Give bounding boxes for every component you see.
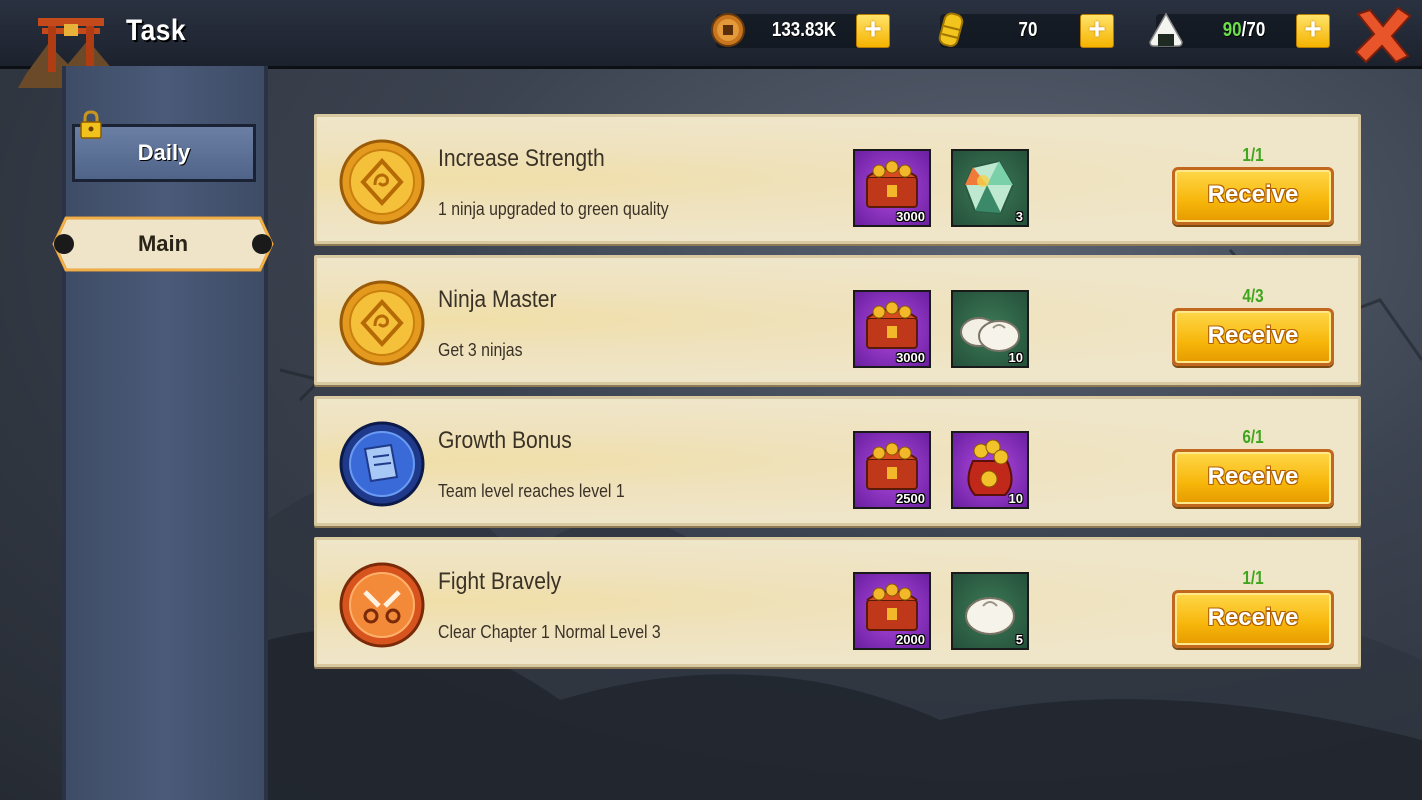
tab-main-label: Main [137,231,189,256]
add-gold-button[interactable]: + [1080,14,1114,48]
task-title: Ninja Master [438,286,557,313]
task-card-ninja-master: Ninja Master Get 3 ninjas 3000 10 4/3 Re… [314,255,1361,385]
receive-button[interactable]: Receive [1172,167,1334,225]
gold-counter: 70 + [938,12,1114,48]
task-progress: 4/3 [1242,286,1264,306]
add-stamina-button[interactable]: + [1296,14,1330,48]
task-title: Fight Bravely [438,568,562,595]
reward-count: 10 [1008,350,1023,365]
task-progress: 6/1 [1242,427,1264,447]
gold-ingot-icon [938,12,964,47]
task-card-fight-bravely: Fight Bravely Clear Chapter 1 Normal Lev… [314,537,1361,667]
task-card-growth-bonus: Growth Bonus Team level reaches level 1 … [314,396,1361,526]
reward-count: 3000 [896,350,925,365]
coins-counter: 133.83K + [711,13,890,48]
receive-button[interactable]: Receive [1172,308,1334,366]
page-title: Task [126,14,186,47]
reward-item[interactable]: 5 [951,572,1029,650]
reward-count: 2500 [896,491,925,506]
task-description: Get 3 ninjas [438,340,523,360]
tab-daily-label: Daily [137,140,191,165]
task-progress: 1/1 [1242,145,1264,165]
reward-item[interactable]: 3 [951,149,1029,227]
task-card-increase-strength: Increase Strength 1 ninja upgraded to gr… [314,114,1361,244]
coin-icon [711,13,745,47]
reward-count: 5 [1015,632,1023,647]
task-description: Clear Chapter 1 Normal Level 3 [438,622,661,642]
reward-item[interactable]: 2000 [853,572,931,650]
task-title: Growth Bonus [438,427,572,454]
receive-button[interactable]: Receive [1172,590,1334,648]
stamina-value: 90/70 [1203,19,1285,42]
gold-swirl-medal-icon [339,139,425,225]
receive-button[interactable]: Receive [1172,449,1334,507]
blue-scroll-medal-icon [339,421,425,507]
stamina-current: 90 [1222,19,1242,41]
task-title: Increase Strength [438,145,605,172]
gold-swirl-medal-icon [339,280,425,366]
task-description: 1 ninja upgraded to green quality [438,199,669,219]
reward-item[interactable]: 3000 [853,149,931,227]
stamina-max: /70 [1241,19,1266,41]
reward-item[interactable]: 10 [951,290,1029,368]
orange-blades-medal-icon [339,562,425,648]
reward-count: 2000 [896,632,925,647]
gold-value: 70 [1018,19,1038,41]
reward-item[interactable]: 10 [951,431,1029,509]
task-progress: 1/1 [1242,568,1264,588]
coins-value: 133.83K [771,19,837,41]
lock-icon [80,110,102,139]
tab-main[interactable]: Main [50,214,276,274]
reward-item[interactable]: 2500 [853,431,931,509]
reward-count: 10 [1008,491,1023,506]
top-bar: Task 133.83K + 70 + 90/70 + [0,0,1422,88]
add-coins-button[interactable]: + [856,14,890,48]
reward-count: 3000 [896,209,925,224]
close-icon[interactable] [1352,4,1414,66]
stamina-counter: 90/70 + [1149,12,1330,48]
reward-count: 3 [1015,209,1023,224]
reward-item[interactable]: 3000 [853,290,931,368]
task-description: Team level reaches level 1 [438,481,625,501]
rice-ball-icon [1149,12,1183,47]
